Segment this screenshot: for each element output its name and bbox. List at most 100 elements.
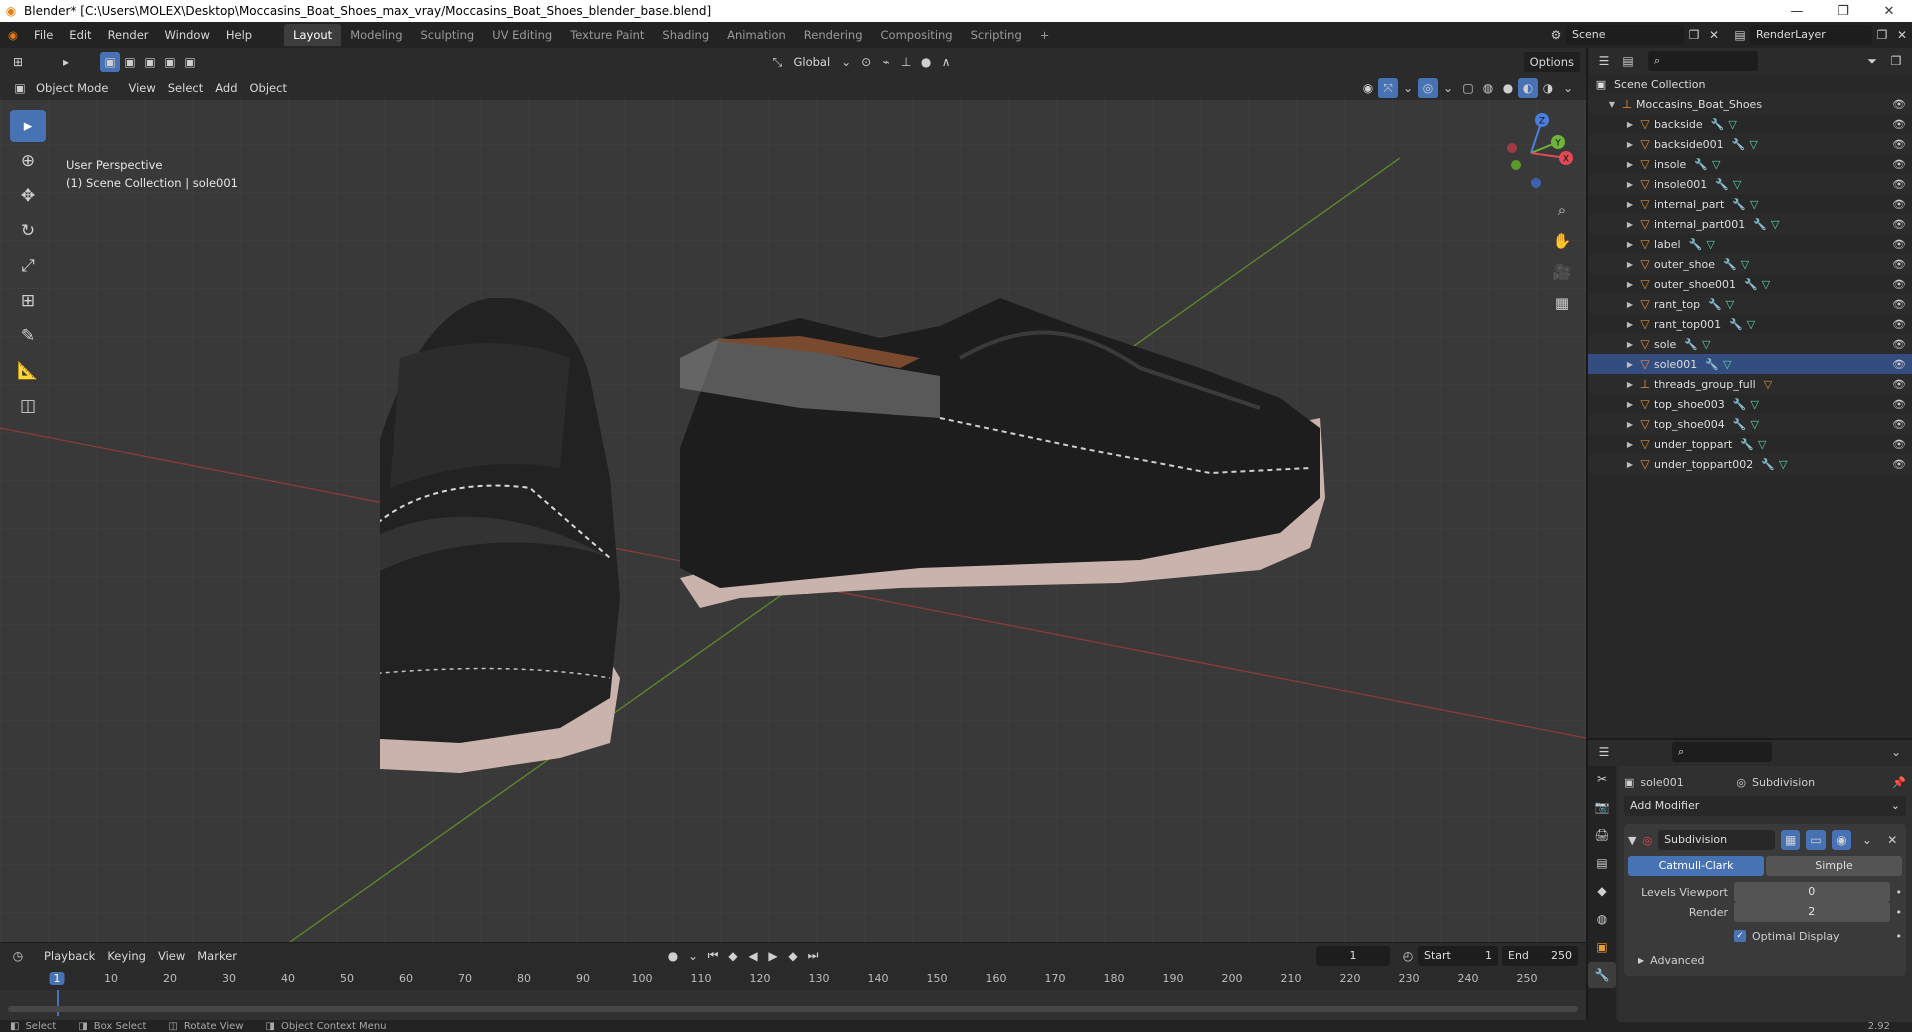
minimize-button[interactable]: — xyxy=(1774,4,1820,19)
modifier-wrench-icon[interactable]: 🔧 xyxy=(1733,418,1747,431)
outliner-item[interactable]: ▶ ▽ internal_part001 🔧 ▽ 👁 xyxy=(1588,214,1912,234)
mesh-data-icon[interactable]: ▽ xyxy=(1706,238,1714,251)
eye-icon[interactable]: 👁 xyxy=(1892,338,1906,351)
select-mode-extend-icon[interactable]: ▣ xyxy=(120,52,140,72)
tab-modeling[interactable]: Modeling xyxy=(341,24,411,46)
cursor-tool-icon[interactable]: ⊕ xyxy=(10,145,46,177)
3d-viewport[interactable]: User Perspective (1) Scene Collection | … xyxy=(0,48,1586,942)
filter-icon[interactable]: ⏷ xyxy=(1862,51,1882,71)
mesh-data-icon[interactable]: ▽ xyxy=(1750,418,1758,431)
proportional-falloff-icon[interactable]: ∧ xyxy=(936,52,956,72)
menu-render[interactable]: Render xyxy=(100,22,157,48)
proportional-edit-icon[interactable]: ● xyxy=(916,52,936,72)
pan-hand-icon[interactable]: ✋ xyxy=(1548,227,1576,255)
solid-shading-icon[interactable]: ● xyxy=(1498,78,1518,98)
modifier-wrench-icon[interactable]: 🔧 xyxy=(1684,338,1698,351)
expand-arrow-icon[interactable]: ▶ xyxy=(1624,360,1636,369)
new-render-layer-icon[interactable]: ❐ xyxy=(1872,25,1892,45)
timeline-area[interactable]: 1 10 20 30 40 50 60 70 80 90 100 110 120… xyxy=(0,968,1586,1020)
snap-icon[interactable]: ⌁ xyxy=(876,52,896,72)
outliner-item[interactable]: ▶ ▽ backside 🔧 ▽ 👁 xyxy=(1588,114,1912,134)
tab-shading[interactable]: Shading xyxy=(653,24,718,46)
modifier-wrench-icon[interactable]: 🔧 xyxy=(1732,138,1746,151)
editor-type-icon[interactable]: ⊞ xyxy=(8,52,28,72)
back-shoe[interactable] xyxy=(680,298,1325,608)
mesh-data-icon[interactable]: ▽ xyxy=(1702,338,1710,351)
blender-menu-icon[interactable]: ◉ xyxy=(0,22,26,48)
timeline-scrollbar[interactable] xyxy=(8,1006,1578,1012)
outliner-item[interactable]: ▶ ▽ insole 🔧 ▽ 👁 xyxy=(1588,154,1912,174)
marker-menu[interactable]: Marker xyxy=(191,946,243,966)
keying-menu[interactable]: Keying xyxy=(101,946,152,966)
expand-arrow-icon[interactable]: ▼ xyxy=(1606,100,1618,109)
modifier-tab-icon[interactable]: 🔧 xyxy=(1588,962,1616,988)
outliner-item[interactable]: ▶ ▽ sole 🔧 ▽ 👁 xyxy=(1588,334,1912,354)
front-shoe[interactable] xyxy=(380,298,620,773)
add-cube-tool-icon[interactable]: ◫ xyxy=(10,390,46,422)
play-icon[interactable]: ▶ xyxy=(763,946,783,966)
maximize-button[interactable]: ❐ xyxy=(1820,4,1866,19)
wireframe-shading-icon[interactable]: ◍ xyxy=(1478,78,1498,98)
snap-target-icon[interactable]: ⊥ xyxy=(896,52,916,72)
modifier-wrench-icon[interactable]: 🔧 xyxy=(1711,118,1725,131)
menu-help[interactable]: Help xyxy=(218,22,260,48)
jump-end-icon[interactable]: ⏭ xyxy=(803,946,823,966)
modifier-wrench-icon[interactable]: 🔧 xyxy=(1729,318,1743,331)
mesh-data-icon[interactable]: ▽ xyxy=(1762,278,1770,291)
eye-icon[interactable]: 👁 xyxy=(1892,378,1906,391)
eye-icon[interactable]: 👁 xyxy=(1892,238,1906,251)
tree-root-row[interactable]: ▣ Scene Collection xyxy=(1588,74,1912,94)
close-window-button[interactable]: ✕ xyxy=(1866,4,1912,19)
current-frame-field[interactable]: 1 xyxy=(1316,945,1390,966)
camera-view-icon[interactable]: 🎥 xyxy=(1548,258,1576,286)
mesh-data-icon[interactable]: ▽ xyxy=(1726,298,1734,311)
modifier-wrench-icon[interactable]: 🔧 xyxy=(1753,218,1767,231)
modifier-wrench-icon[interactable]: 🔧 xyxy=(1689,238,1703,251)
select-box-tool-icon[interactable]: ▸ xyxy=(10,110,46,142)
scale-tool-icon[interactable]: ⤢ xyxy=(10,250,46,282)
expand-arrow-icon[interactable]: ▶ xyxy=(1624,120,1636,129)
mesh-data-icon[interactable]: ▽ xyxy=(1779,458,1787,471)
tab-compositing[interactable]: Compositing xyxy=(872,24,962,46)
modifier-wrench-icon[interactable]: 🔧 xyxy=(1740,438,1754,451)
options-dropdown[interactable]: Options xyxy=(1523,52,1580,72)
tab-sculpting[interactable]: Sculpting xyxy=(412,24,484,46)
outliner-item[interactable]: ▶ ▽ outer_shoe 🔧 ▽ 👁 xyxy=(1588,254,1912,274)
scene-tab-icon[interactable]: ◆ xyxy=(1588,878,1616,904)
menu-file[interactable]: File xyxy=(26,22,61,48)
transform-orientation-icon[interactable]: ⤡ xyxy=(767,52,787,72)
outliner-editor-type-icon[interactable]: ☰ xyxy=(1594,51,1614,71)
outliner-item[interactable]: ▶ ▽ outer_shoe001 🔧 ▽ 👁 xyxy=(1588,274,1912,294)
collapse-arrow-icon[interactable]: ▼ xyxy=(1628,834,1636,847)
eye-icon[interactable]: 👁 xyxy=(1892,278,1906,291)
add-workspace-icon[interactable]: + xyxy=(1031,24,1059,46)
object-tab-icon[interactable]: ▣ xyxy=(1588,934,1616,960)
collection-row[interactable]: ▼ ⊥ Moccasins_Boat_Shoes 👁 xyxy=(1588,94,1912,114)
annotate-tool-icon[interactable]: ✎ xyxy=(10,320,46,352)
outliner-search-input[interactable]: ⌕ xyxy=(1648,51,1758,71)
outliner-item[interactable]: ▶ ▽ top_shoe003 🔧 ▽ 👁 xyxy=(1588,394,1912,414)
expand-arrow-icon[interactable]: ▶ xyxy=(1624,340,1636,349)
play-reverse-icon[interactable]: ◀ xyxy=(743,946,763,966)
select-menu[interactable]: Select xyxy=(162,78,209,98)
modifier-wrench-icon[interactable]: 🔧 xyxy=(1723,258,1737,271)
expand-arrow-icon[interactable]: ▶ xyxy=(1624,460,1636,469)
timeline-view-menu[interactable]: View xyxy=(152,946,191,966)
outliner-item[interactable]: ▶ ▽ internal_part 🔧 ▽ 👁 xyxy=(1588,194,1912,214)
material-shading-icon[interactable]: ◐ xyxy=(1518,78,1538,98)
eye-icon[interactable]: 👁 xyxy=(1892,158,1906,171)
modifier-wrench-icon[interactable]: 🔧 xyxy=(1694,158,1708,171)
modifier-wrench-icon[interactable]: 🔧 xyxy=(1705,358,1719,371)
rotate-tool-icon[interactable]: ↻ xyxy=(10,215,46,247)
keyframe-dot-icon[interactable]: • xyxy=(1896,930,1903,943)
tab-scripting[interactable]: Scripting xyxy=(962,24,1031,46)
new-scene-icon[interactable]: ❐ xyxy=(1684,25,1704,45)
eye-icon[interactable]: 👁 xyxy=(1892,458,1906,471)
eye-icon[interactable]: 👁 xyxy=(1892,178,1906,191)
catmull-clark-button[interactable]: Catmull-Clark xyxy=(1628,856,1764,876)
gizmo-neg-x-handle[interactable] xyxy=(1507,143,1517,153)
render-levels-field[interactable]: 2 xyxy=(1734,902,1890,922)
record-keyframe-icon[interactable]: ● xyxy=(663,946,683,966)
mesh-data-icon[interactable]: ▽ xyxy=(1750,398,1758,411)
frame-ruler[interactable]: 1 10 20 30 40 50 60 70 80 90 100 110 120… xyxy=(0,968,1586,990)
